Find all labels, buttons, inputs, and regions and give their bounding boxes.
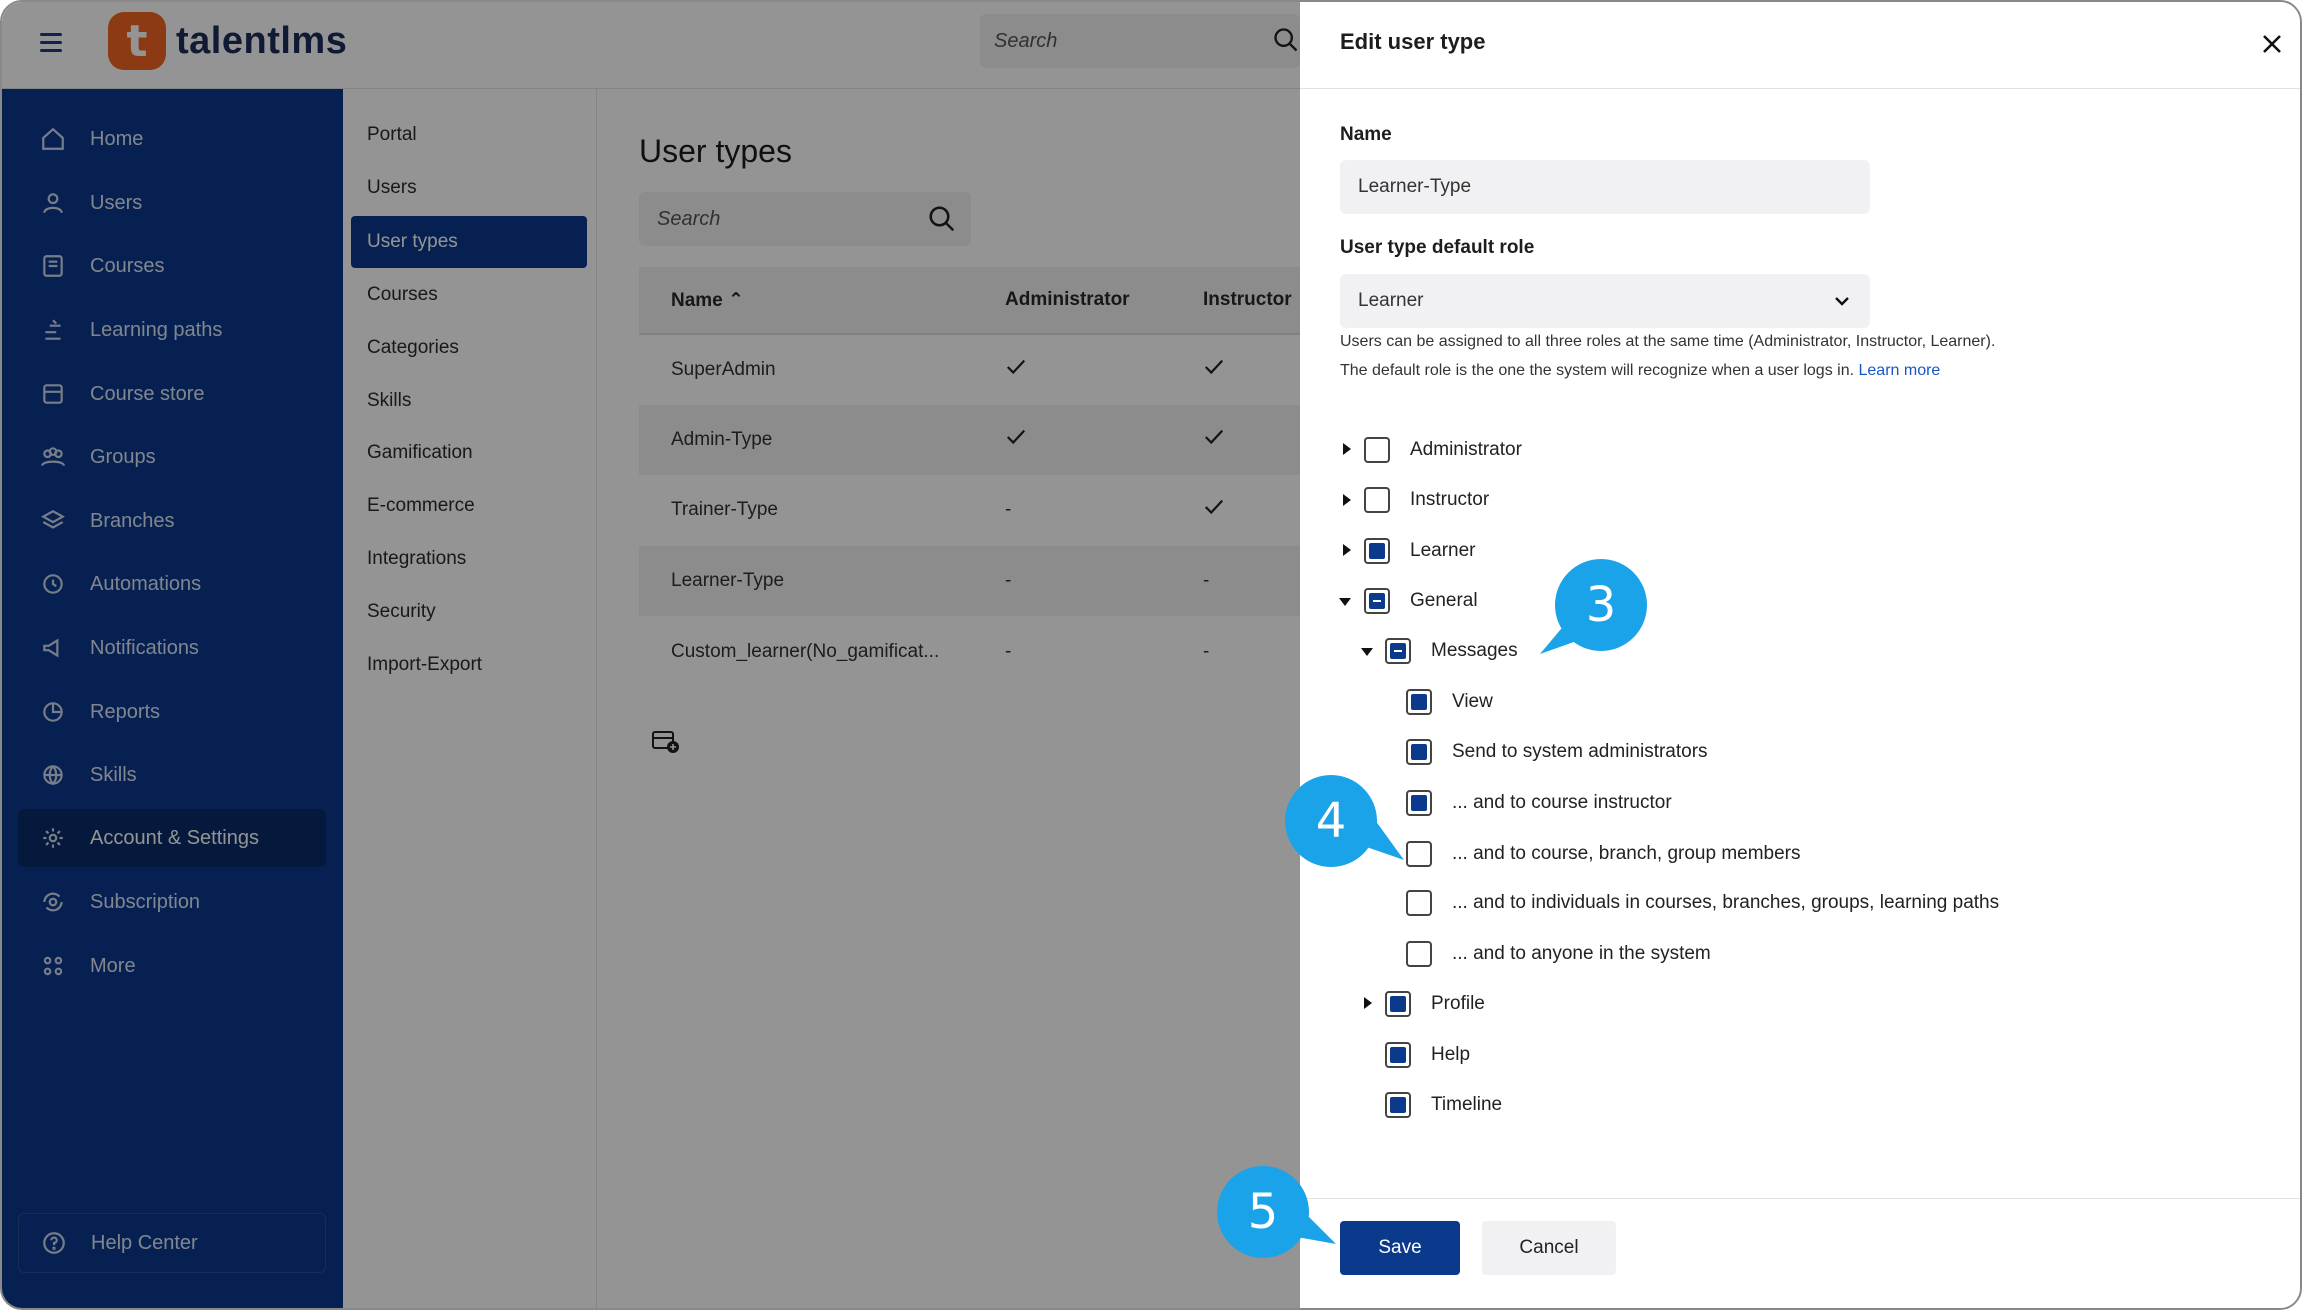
caret-right-icon[interactable] <box>1340 493 1354 507</box>
caret-right-icon[interactable] <box>1361 996 1375 1010</box>
permission-messages-view[interactable]: View <box>1406 685 1493 719</box>
permission-course-members[interactable]: ... and to course, branch, group members <box>1406 837 1801 871</box>
permission-timeline[interactable]: Timeline <box>1385 1088 1502 1122</box>
permission-anyone[interactable]: ... and to anyone in the system <box>1406 937 1711 971</box>
checkbox-checked[interactable] <box>1364 538 1390 564</box>
close-icon[interactable] <box>2252 24 2292 64</box>
name-field[interactable]: Learner-Type <box>1340 160 1870 214</box>
permission-instructor[interactable]: Instructor <box>1364 483 1489 517</box>
permission-send-admins[interactable]: Send to system administrators <box>1406 735 1708 769</box>
checkbox[interactable] <box>1364 437 1390 463</box>
checkbox-checked[interactable] <box>1385 1042 1411 1068</box>
permission-profile[interactable]: Profile <box>1385 987 1485 1021</box>
drawer-header: Edit user type <box>1300 2 2300 89</box>
callout-4: 4 <box>1285 775 1377 867</box>
permission-messages[interactable]: Messages <box>1385 634 1518 668</box>
drawer-title: Edit user type <box>1340 29 1486 54</box>
checkbox[interactable] <box>1364 487 1390 513</box>
checkbox-checked[interactable] <box>1406 689 1432 715</box>
app-window: t talentlms Search Home Users Courses Le… <box>0 0 2302 1310</box>
default-role-label: User type default role <box>1340 237 1535 258</box>
role-help-text-2: The default role is the one the system w… <box>1340 362 1941 379</box>
permission-learner[interactable]: Learner <box>1364 534 1476 568</box>
caret-down-icon[interactable] <box>1338 595 1352 609</box>
permission-administrator[interactable]: Administrator <box>1364 433 1522 467</box>
chevron-down-icon <box>1835 297 1849 306</box>
caret-right-icon[interactable] <box>1340 543 1354 557</box>
name-label: Name <box>1340 124 1392 145</box>
save-button[interactable]: Save <box>1340 1221 1460 1275</box>
permission-course-instructor[interactable]: ... and to course instructor <box>1406 786 1672 820</box>
checkbox[interactable] <box>1406 890 1432 916</box>
drawer-footer: Save Cancel <box>1300 1198 2300 1308</box>
checkbox-checked[interactable] <box>1385 991 1411 1017</box>
permission-individuals[interactable]: ... and to individuals in courses, branc… <box>1406 886 1999 920</box>
checkbox-indeterminate[interactable] <box>1385 638 1411 664</box>
default-role-value: Learner <box>1358 290 1424 311</box>
callout-5: 5 <box>1217 1166 1309 1258</box>
callout-3: 3 <box>1555 559 1647 651</box>
permission-general[interactable]: General <box>1364 584 1478 618</box>
learn-more-link[interactable]: Learn more <box>1859 362 1941 379</box>
edit-user-type-drawer: Edit user type Name Learner-Type User ty… <box>1300 2 2300 1308</box>
default-role-select[interactable]: Learner <box>1340 274 1870 328</box>
caret-right-icon[interactable] <box>1340 442 1354 456</box>
modal-backdrop[interactable] <box>2 2 1300 1308</box>
cancel-button[interactable]: Cancel <box>1482 1221 1616 1275</box>
checkbox-indeterminate[interactable] <box>1364 588 1390 614</box>
checkbox-checked[interactable] <box>1406 739 1432 765</box>
checkbox-checked[interactable] <box>1385 1092 1411 1118</box>
caret-down-icon[interactable] <box>1360 645 1374 659</box>
role-help-text-1: Users can be assigned to all three roles… <box>1340 333 1996 350</box>
checkbox[interactable] <box>1406 941 1432 967</box>
permission-help[interactable]: Help <box>1385 1038 1470 1072</box>
